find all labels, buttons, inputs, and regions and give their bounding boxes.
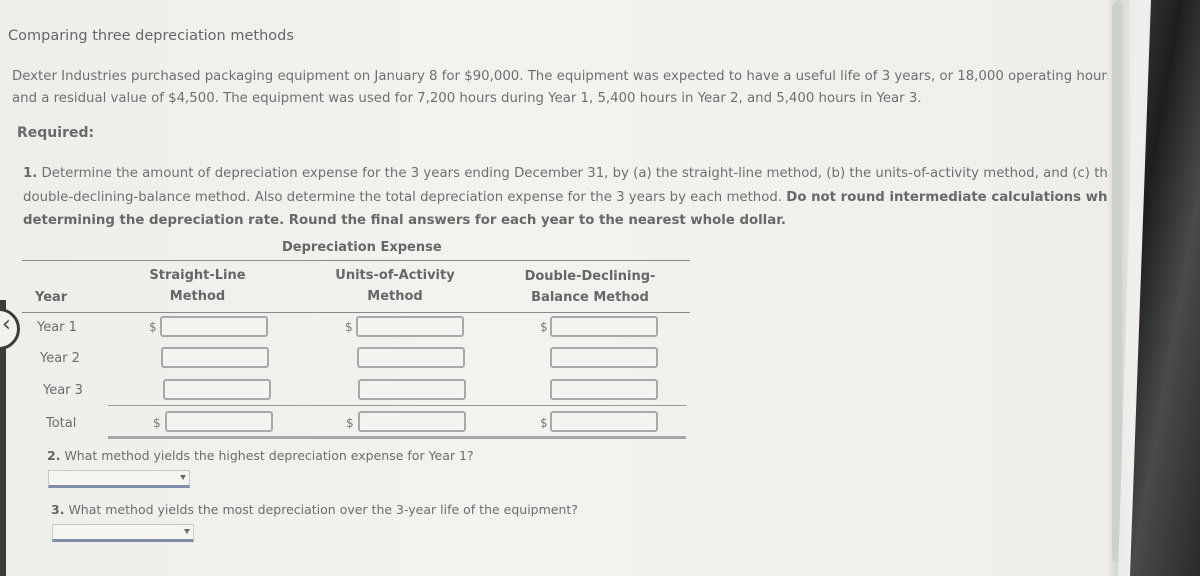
column-header-line1: Double-Declining- <box>524 269 656 284</box>
straight-line-total-input[interactable] <box>165 411 273 432</box>
caret-down-icon <box>184 529 190 534</box>
required-label: Required: <box>17 125 95 141</box>
question-1-number: 1. <box>23 166 38 181</box>
double-declining-year-1-input[interactable] <box>550 316 658 337</box>
column-header-straight-line: Straight-Line Method <box>120 265 275 307</box>
question-3-text: What method yields the most depreciation… <box>68 502 578 517</box>
table-group-header: Depreciation Expense <box>282 240 442 255</box>
currency-symbol: $ <box>346 416 354 430</box>
double-declining-year-3-input[interactable] <box>550 379 658 400</box>
straight-line-year-1-input[interactable] <box>160 316 268 337</box>
column-header-divider <box>22 312 690 313</box>
double-declining-total-input[interactable] <box>550 411 658 432</box>
page-title: Comparing three depreciation methods <box>8 28 294 44</box>
question-2-number: 2. <box>47 448 61 463</box>
question-3-number: 3. <box>51 502 65 517</box>
year-column-header: Year <box>35 290 68 305</box>
straight-line-year-3-input[interactable] <box>163 379 271 400</box>
straight-line-year-2-input[interactable] <box>161 347 269 368</box>
currency-symbol: $ <box>540 320 548 334</box>
chevron-left-icon: ‹ <box>2 312 11 337</box>
units-of-activity-year-1-input[interactable] <box>356 316 464 337</box>
column-header-line1: Straight-Line <box>149 268 246 283</box>
units-of-activity-year-3-input[interactable] <box>358 379 466 400</box>
problem-description: Dexter Industries purchased packaging eq… <box>12 69 1119 106</box>
question-3-method-dropdown[interactable] <box>52 524 194 542</box>
column-header-line2: Method <box>169 289 226 304</box>
total-divider <box>108 405 686 406</box>
total-double-underline <box>108 436 686 439</box>
question-1: 1. Determine the amount of depreciation … <box>23 162 1143 233</box>
column-header-line2: Balance Method <box>531 290 649 305</box>
currency-symbol: $ <box>540 416 548 430</box>
question-3: 3. What method yields the most depreciat… <box>51 502 578 517</box>
currency-symbol: $ <box>153 416 161 430</box>
caret-down-icon <box>180 475 186 480</box>
column-header-units-of-activity: Units-of-Activity Method <box>315 265 475 307</box>
currency-symbol: $ <box>345 320 353 334</box>
question-2: 2. What method yields the highest deprec… <box>47 448 474 463</box>
row-label: Year 3 <box>43 383 83 398</box>
units-of-activity-year-2-input[interactable] <box>357 347 465 368</box>
header-divider <box>22 260 690 261</box>
units-of-activity-total-input[interactable] <box>358 411 466 432</box>
question-2-method-dropdown[interactable] <box>48 470 190 488</box>
currency-symbol: $ <box>149 320 157 334</box>
column-header-line2: Method <box>367 289 423 304</box>
column-header-line1: Units-of-Activity <box>335 268 455 283</box>
row-label: Year 1 <box>37 320 77 335</box>
question-2-text: What method yields the highest depreciat… <box>64 448 474 463</box>
double-declining-year-2-input[interactable] <box>550 347 658 368</box>
row-label: Year 2 <box>40 351 80 366</box>
column-header-double-declining: Double-Declining- Balance Method <box>515 266 665 308</box>
scrollbar-thumb[interactable] <box>1112 2 1122 562</box>
row-label: Total <box>46 416 77 431</box>
